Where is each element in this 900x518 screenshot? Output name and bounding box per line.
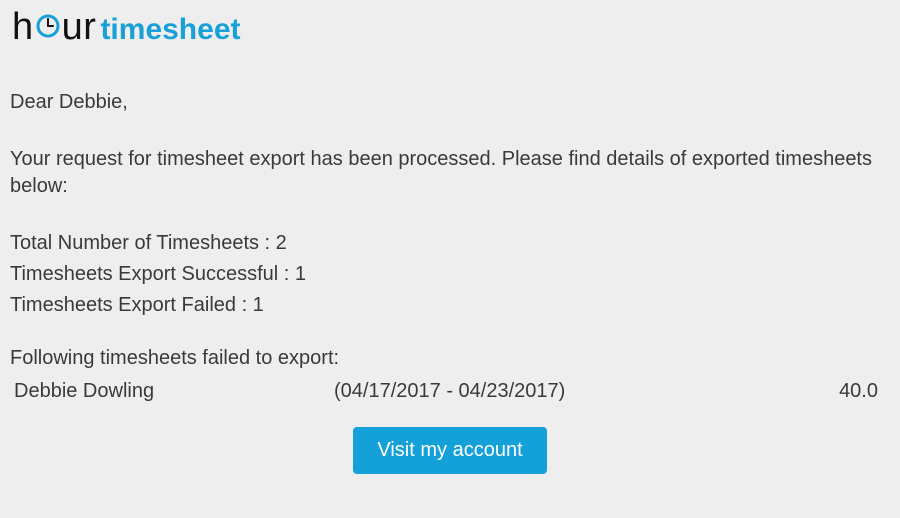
logo-text-ur: ur [62,6,97,49]
visit-account-button[interactable]: Visit my account [353,427,546,474]
intro-text: Your request for timesheet export has be… [10,146,890,200]
failed-row-range: (04/17/2017 - 04/23/2017) [334,380,798,403]
email-body: h ur timesheet Dear Debbie, Your request… [0,0,900,484]
failed-row-name: Debbie Dowling [14,380,334,403]
failed-heading: Following timesheets failed to export: [10,347,890,370]
stat-total: Total Number of Timesheets : 2 [10,232,890,255]
stat-success: Timesheets Export Successful : 1 [10,263,890,286]
logo: h ur timesheet [10,6,890,49]
stat-failed: Timesheets Export Failed : 1 [10,294,890,317]
logo-text-h: h [12,6,34,49]
logo-text-timesheet: timesheet [100,13,240,47]
failed-row: Debbie Dowling (04/17/2017 - 04/23/2017)… [10,380,890,403]
clock-icon [35,13,61,45]
export-stats: Total Number of Timesheets : 2 Timesheet… [10,232,890,317]
failed-row-hours: 40.0 [798,380,878,403]
cta-container: Visit my account [10,427,890,474]
greeting: Dear Debbie, [10,91,890,114]
